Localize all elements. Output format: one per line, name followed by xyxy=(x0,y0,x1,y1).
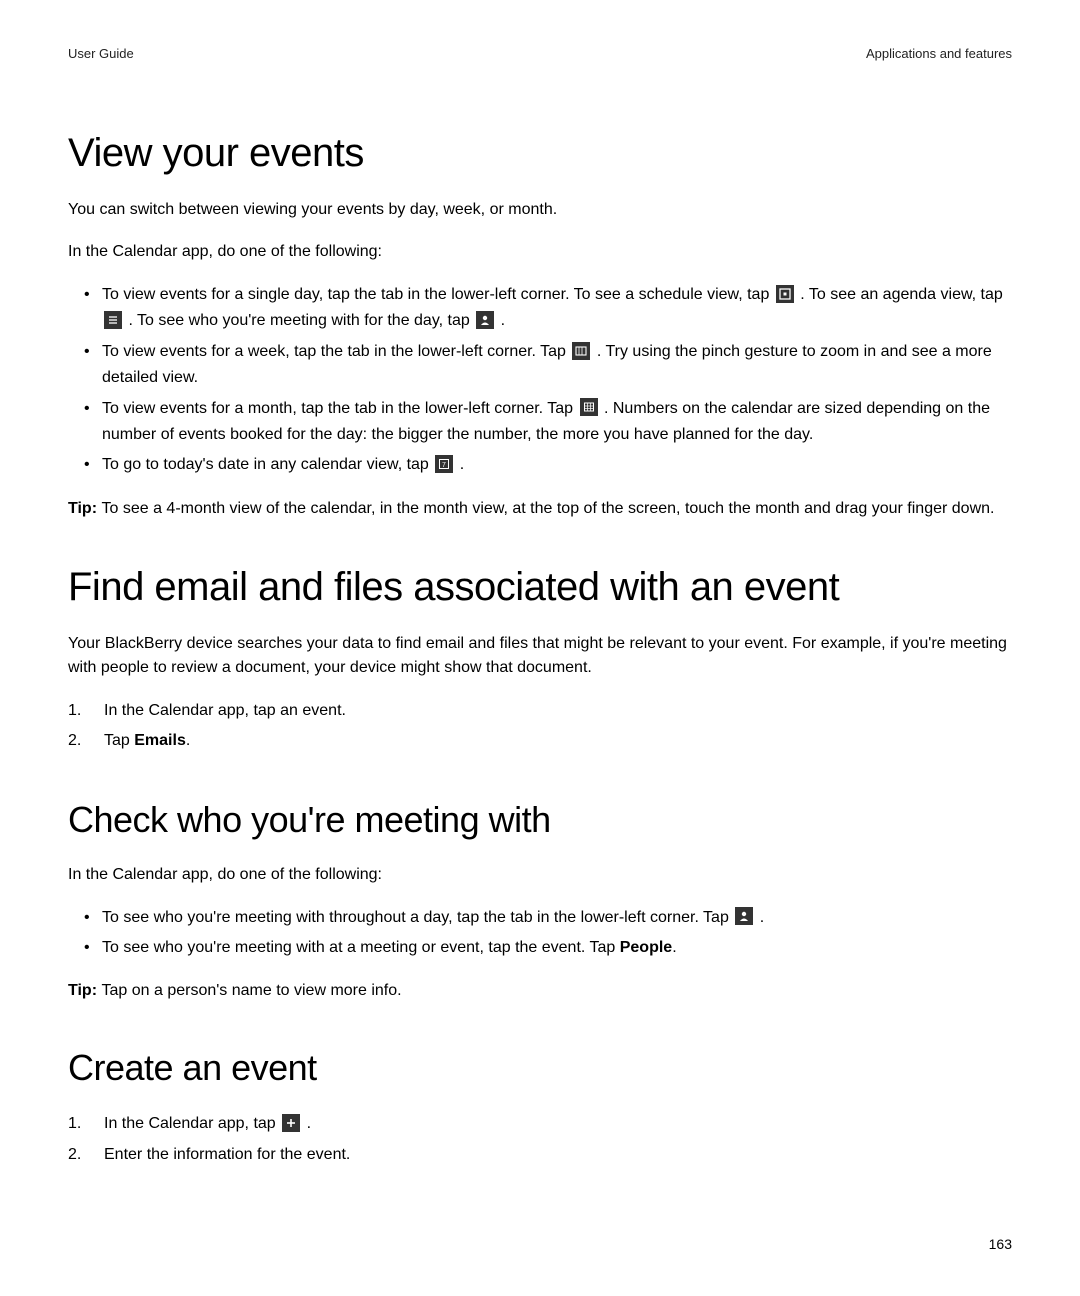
tip-paragraph: Tip: To see a 4-month view of the calend… xyxy=(68,497,1012,521)
list-item: To see who you're meeting with at a meet… xyxy=(84,935,1012,961)
month-grid-icon xyxy=(580,398,598,416)
list-item: To view events for a month, tap the tab … xyxy=(84,396,1012,449)
schedule-day-icon xyxy=(776,285,794,303)
list-item: To view events for a single day, tap the… xyxy=(84,282,1012,335)
heading-check-meeting: Check who you're meeting with xyxy=(68,799,1012,841)
heading-create-event: Create an event xyxy=(68,1047,1012,1089)
bold-people: People xyxy=(620,939,672,956)
numbered-list: In the Calendar app, tap an event. Tap E… xyxy=(68,698,1012,755)
bullet-list: To view events for a single day, tap the… xyxy=(68,282,1012,479)
person-icon xyxy=(476,311,494,329)
list-item: Tap Emails. xyxy=(68,728,1012,754)
bullet-list: To see who you're meeting with throughou… xyxy=(68,905,1012,962)
add-plus-icon xyxy=(282,1114,300,1132)
today-icon: 7 xyxy=(435,455,453,473)
tip-label: Tip: xyxy=(68,982,101,999)
list-item: In the Calendar app, tap an event. xyxy=(68,698,1012,724)
list-item: Enter the information for the event. xyxy=(68,1142,1012,1168)
header-left: User Guide xyxy=(68,46,134,61)
numbered-list: In the Calendar app, tap . Enter the inf… xyxy=(68,1111,1012,1168)
list-item: In the Calendar app, tap . xyxy=(68,1111,1012,1137)
heading-find-email: Find email and files associated with an … xyxy=(68,565,1012,610)
bold-emails: Emails xyxy=(134,732,186,749)
header-right: Applications and features xyxy=(866,46,1012,61)
paragraph: You can switch between viewing your even… xyxy=(68,198,1012,222)
page-header: User Guide Applications and features xyxy=(68,46,1012,61)
paragraph: In the Calendar app, do one of the follo… xyxy=(68,240,1012,264)
list-item: To go to today's date in any calendar vi… xyxy=(84,452,1012,478)
week-view-icon xyxy=(572,342,590,360)
paragraph: In the Calendar app, do one of the follo… xyxy=(68,863,1012,887)
svg-text:7: 7 xyxy=(442,462,446,469)
heading-view-events: View your events xyxy=(68,131,1012,176)
agenda-list-icon xyxy=(104,311,122,329)
paragraph: Your BlackBerry device searches your dat… xyxy=(68,632,1012,680)
list-item: To see who you're meeting with throughou… xyxy=(84,905,1012,931)
tip-paragraph: Tip: Tap on a person's name to view more… xyxy=(68,979,1012,1003)
list-item: To view events for a week, tap the tab i… xyxy=(84,339,1012,392)
tip-label: Tip: xyxy=(68,500,101,517)
person-icon xyxy=(735,907,753,925)
page-number: 163 xyxy=(989,1236,1012,1252)
